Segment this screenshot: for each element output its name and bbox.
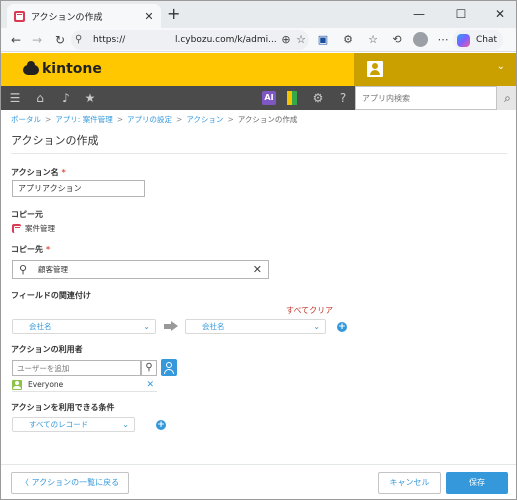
chevron-down-icon: ⌄ xyxy=(122,420,129,429)
chevron-down-icon: ⌄ xyxy=(143,322,150,331)
tab-title: アクションの作成 xyxy=(31,12,103,23)
mapping-target-dropdown[interactable]: 会社名 ⌄ xyxy=(185,319,326,334)
cancel-button[interactable]: キャンセル xyxy=(378,472,441,494)
back-icon[interactable]: ← xyxy=(7,31,25,49)
chevron-down-icon: ⌄ xyxy=(496,61,505,72)
address-bar: ← → ↻ ⚲ https:// l.cybozu.com/k/admi... … xyxy=(1,28,516,52)
user-entity-name: Everyone xyxy=(28,380,64,389)
copy-to-app-value: 顧客管理 xyxy=(38,265,68,274)
required-mark: * xyxy=(61,168,66,177)
user-entity-item: Everyone ✕ xyxy=(12,378,157,392)
browser-window: アクションの作成 ✕ + — ☐ ✕ ← → ↻ ⚲ https:// l.cy… xyxy=(0,0,517,500)
copy-to-label: コピー先 * xyxy=(11,245,51,254)
breadcrumb-action[interactable]: アクション xyxy=(186,115,223,124)
add-condition-icon[interactable]: + xyxy=(156,420,166,430)
divider xyxy=(1,464,516,465)
chevron-down-icon: ⌄ xyxy=(313,322,320,331)
kintone-logo[interactable]: kintone xyxy=(23,61,102,77)
tab-strip: アクションの作成 ✕ + — ☐ ✕ xyxy=(1,1,516,28)
more-menu-icon[interactable]: ⋯ xyxy=(435,32,451,48)
profile-avatar[interactable] xyxy=(413,32,428,47)
action-users-label: アクションの利用者 xyxy=(11,345,83,354)
copy-from-app-name: 案件管理 xyxy=(25,224,55,233)
copy-from-label: コピー元 xyxy=(11,210,43,219)
clear-all-link[interactable]: すべてクリア xyxy=(286,305,333,316)
copilot-chat-button[interactable]: Chat xyxy=(453,30,503,50)
maximize-icon[interactable]: ☐ xyxy=(443,1,479,28)
copilot-icon xyxy=(457,33,470,47)
help-icon[interactable]: ? xyxy=(335,90,351,106)
breadcrumb-current: アクションの作成 xyxy=(237,115,298,124)
menu-icon[interactable]: ☰ xyxy=(7,90,23,106)
app-icon xyxy=(12,224,21,233)
user-avatar-icon xyxy=(367,61,383,77)
save-button[interactable]: 保存 xyxy=(446,472,508,494)
url-field[interactable]: ⚲ https:// l.cybozu.com/k/admi... xyxy=(71,30,309,50)
extensions-puzzle-icon[interactable]: ⚙ xyxy=(340,32,356,48)
extension-icon[interactable]: ▣ xyxy=(315,32,331,48)
required-mark: * xyxy=(46,245,51,254)
chat-label: Chat xyxy=(476,35,498,45)
search-icon[interactable]: ⌕ xyxy=(497,86,516,110)
breadcrumb: ポータル > アプリ: 案件管理 > アプリの設定 > アクション > アクションの作成 xyxy=(11,115,298,124)
mapping-source-value: 会社名 xyxy=(29,322,52,331)
add-mapping-icon[interactable]: + xyxy=(337,322,347,332)
close-window-icon[interactable]: ✕ xyxy=(482,1,516,28)
breadcrumb-app-settings[interactable]: アプリの設定 xyxy=(127,115,172,124)
user-add-field xyxy=(12,360,141,376)
divider xyxy=(11,153,507,154)
beginner-mark-icon[interactable] xyxy=(287,91,297,105)
minimize-icon[interactable]: — xyxy=(401,1,437,28)
notification-bell-icon[interactable]: ♪ xyxy=(58,90,74,106)
group-icon xyxy=(12,380,22,390)
page-title: アクションの作成 xyxy=(11,134,99,147)
back-to-list-button[interactable]: 〈 アクションの一覧に戻る xyxy=(11,472,129,494)
breadcrumb-portal[interactable]: ポータル xyxy=(11,115,41,124)
kintone-header: kintone ⌄ xyxy=(1,53,516,86)
condition-dropdown[interactable]: すべてのレコード ⌄ xyxy=(12,417,135,432)
tab-close-icon[interactable]: ✕ xyxy=(141,10,157,23)
app-search-box xyxy=(355,86,497,110)
field-mapping-label: フィールドの関連付け xyxy=(11,291,91,300)
search-icon: ⚲ xyxy=(19,263,28,276)
user-picker-icon[interactable] xyxy=(161,359,177,376)
app-search-input[interactable] xyxy=(356,87,476,109)
favorites-star-icon[interactable]: ★ xyxy=(82,90,98,106)
chevron-left-icon: 〈 xyxy=(20,478,32,487)
kintone-cloud-icon xyxy=(23,61,39,75)
zoom-icon[interactable]: ⊕ xyxy=(278,32,294,48)
kintone-toolbar: ☰ ⌂ ♪ ★ AI ⚙ ? ⌕ xyxy=(1,86,516,110)
reload-icon[interactable]: ↻ xyxy=(51,31,69,49)
history-icon[interactable]: ⟲ xyxy=(389,32,405,48)
breadcrumb-app[interactable]: アプリ: 案件管理 xyxy=(55,115,112,124)
kintone-app-icon xyxy=(14,10,25,22)
home-icon[interactable]: ⌂ xyxy=(32,90,48,106)
remove-user-icon[interactable]: ✕ xyxy=(146,378,154,392)
condition-value: すべてのレコード xyxy=(29,420,89,429)
browser-tab[interactable]: アクションの作成 ✕ xyxy=(7,4,161,28)
site-info-icon[interactable]: ⚲ xyxy=(75,31,82,49)
copy-from-app: 案件管理 xyxy=(12,223,55,234)
user-menu[interactable]: ⌄ xyxy=(354,53,516,86)
new-tab-icon[interactable]: + xyxy=(167,4,180,24)
mapping-source-dropdown[interactable]: 会社名 ⌄ xyxy=(12,319,156,334)
settings-gear-icon[interactable]: ⚙ xyxy=(310,90,326,106)
mapping-arrow-icon xyxy=(164,321,178,331)
action-name-input[interactable]: アプリアクション xyxy=(12,180,145,197)
user-search-icon[interactable]: ⚲ xyxy=(141,360,157,376)
url-prefix: https:// xyxy=(93,35,126,45)
favorite-star-icon[interactable]: ☆ xyxy=(293,32,309,48)
url-host: l.cybozu.com/k/admi... xyxy=(175,35,277,45)
forward-icon[interactable]: → xyxy=(28,31,46,49)
conditions-label: アクションを利用できる条件 xyxy=(11,403,115,412)
action-name-label: アクション名 * xyxy=(11,168,66,177)
kintone-logo-text: kintone xyxy=(42,61,102,77)
copy-to-app-field[interactable]: ⚲ 顧客管理 ✕ xyxy=(12,260,269,279)
user-add-input[interactable] xyxy=(13,361,138,375)
favorites-icon[interactable]: ☆ xyxy=(365,32,381,48)
mapping-target-value: 会社名 xyxy=(202,322,225,331)
ai-icon[interactable]: AI xyxy=(262,91,276,105)
clear-icon[interactable]: ✕ xyxy=(253,261,262,278)
